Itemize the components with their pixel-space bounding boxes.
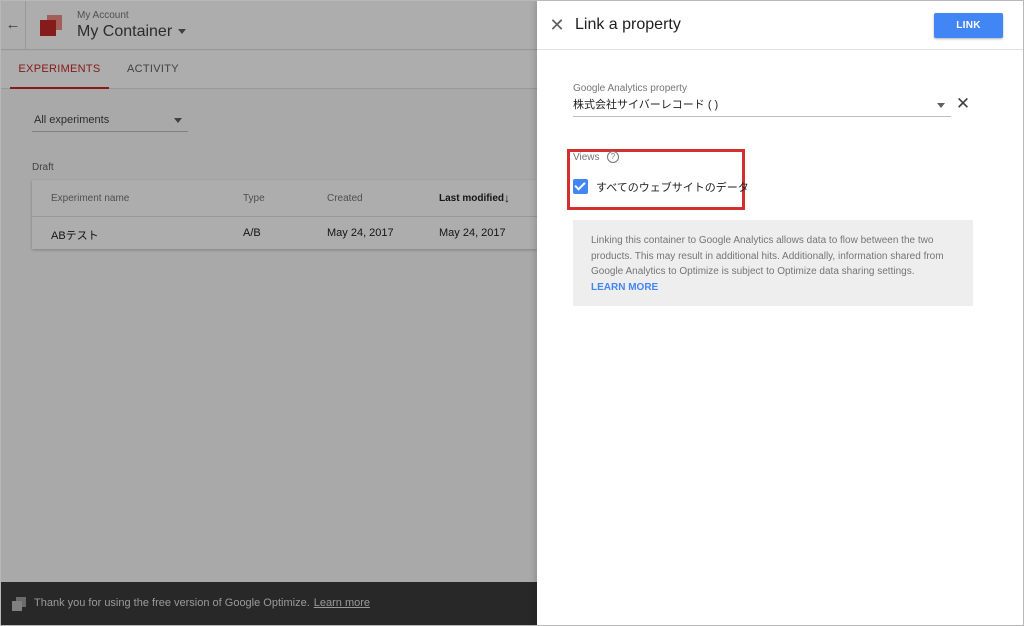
property-select[interactable]: 株式会社サイバーレコード ( ) — [573, 96, 951, 117]
clear-property-icon[interactable]: ✕ — [954, 94, 972, 114]
help-icon[interactable]: ? — [607, 151, 619, 163]
caret-down-icon — [937, 103, 945, 108]
optimize-app: ← My Account My Container EXPERIMENTS AC… — [0, 0, 537, 626]
views-label: Views — [573, 152, 600, 163]
view-checkbox[interactable] — [573, 179, 588, 194]
modal-scrim[interactable] — [0, 0, 537, 626]
property-value: 株式会社サイバーレコード ( ) — [573, 99, 719, 111]
learn-more-link[interactable]: LEARN MORE — [591, 280, 955, 296]
info-box: Linking this container to Google Analyti… — [573, 220, 973, 306]
panel-header: ✕ Link a property LINK — [537, 0, 1024, 50]
property-field-label: Google Analytics property — [573, 83, 687, 94]
link-button[interactable]: LINK — [934, 13, 1003, 38]
close-icon[interactable]: ✕ — [547, 14, 567, 36]
view-option-label[interactable]: すべてのウェブサイトのデータ — [596, 179, 749, 195]
link-property-panel: ✕ Link a property LINK Google Analytics … — [537, 0, 1024, 626]
info-text: Linking this container to Google Analyti… — [591, 235, 944, 277]
panel-title: Link a property — [575, 16, 681, 33]
